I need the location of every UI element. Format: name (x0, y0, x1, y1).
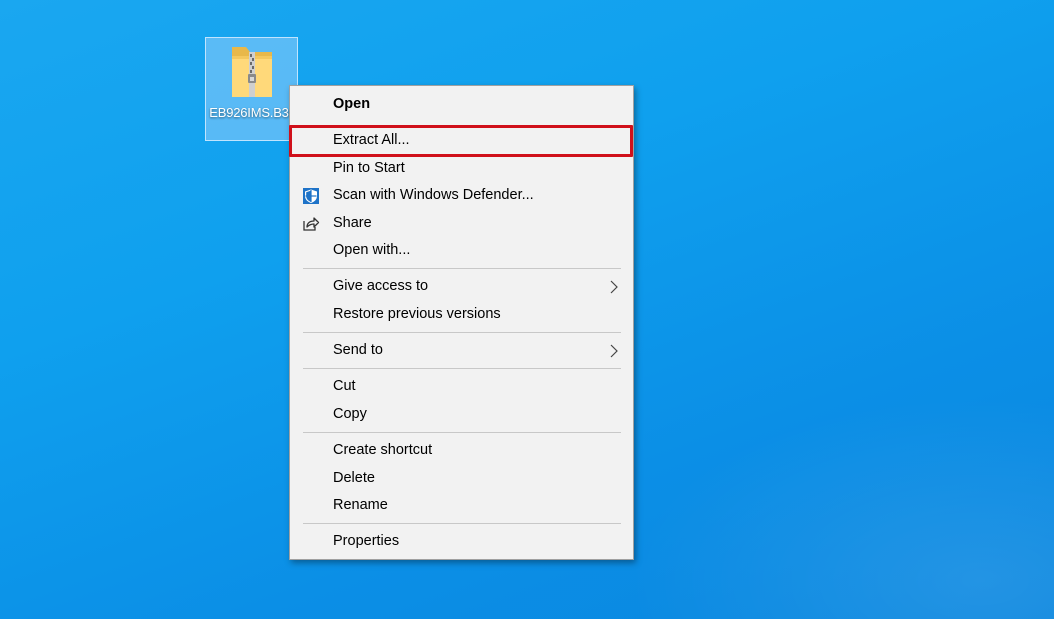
menu-item-label: Rename (333, 497, 388, 513)
menu-item-label: Delete (333, 470, 375, 486)
menu-item-label: Extract All... (333, 132, 410, 148)
share-icon (303, 217, 320, 231)
menu-item-restore-previous-versions[interactable]: Restore previous versions (290, 301, 633, 328)
desktop-file-label: EB926IMS.B30 (209, 105, 296, 120)
chevron-right-icon (610, 280, 618, 294)
windows-defender-icon (303, 188, 319, 204)
menu-item-label: Scan with Windows Defender... (333, 187, 534, 203)
menu-item-label: Copy (333, 406, 367, 422)
menu-item-open[interactable]: Open (290, 91, 633, 118)
zip-folder-icon (232, 47, 272, 97)
menu-item-copy[interactable]: Copy (290, 401, 633, 428)
menu-item-share[interactable]: Share (290, 210, 633, 237)
menu-item-extract-all[interactable]: Extract All... (289, 125, 633, 157)
menu-item-label: Restore previous versions (333, 306, 501, 322)
desktop-file-icon[interactable]: EB926IMS.B30 (205, 37, 298, 141)
menu-separator (303, 268, 621, 269)
chevron-right-icon (610, 344, 618, 358)
context-menu: Open Extract All... Pin to Start Scan wi… (289, 85, 634, 560)
menu-item-give-access-to[interactable]: Give access to (290, 273, 633, 300)
menu-separator (303, 523, 621, 524)
menu-item-pin-to-start[interactable]: Pin to Start (290, 155, 633, 182)
menu-item-delete[interactable]: Delete (290, 465, 633, 492)
menu-item-label: Send to (333, 342, 383, 358)
menu-item-label: Give access to (333, 278, 429, 294)
menu-separator (303, 368, 621, 369)
menu-item-rename[interactable]: Rename (290, 492, 633, 519)
menu-separator (303, 432, 621, 433)
menu-item-open-with[interactable]: Open with... (290, 237, 633, 264)
menu-item-label: Create shortcut (333, 442, 433, 458)
menu-item-label: Share (333, 215, 372, 231)
menu-item-label: Pin to Start (333, 160, 405, 176)
menu-item-label: Properties (333, 533, 400, 549)
menu-item-cut[interactable]: Cut (290, 373, 633, 400)
menu-separator (303, 332, 621, 333)
menu-item-label: Open (333, 96, 371, 112)
menu-item-properties[interactable]: Properties (290, 528, 633, 555)
menu-item-create-shortcut[interactable]: Create shortcut (290, 437, 633, 464)
menu-item-label: Cut (333, 378, 356, 394)
menu-item-send-to[interactable]: Send to (290, 337, 633, 364)
menu-item-scan-defender[interactable]: Scan with Windows Defender... (290, 182, 633, 209)
menu-item-label: Open with... (333, 242, 411, 258)
